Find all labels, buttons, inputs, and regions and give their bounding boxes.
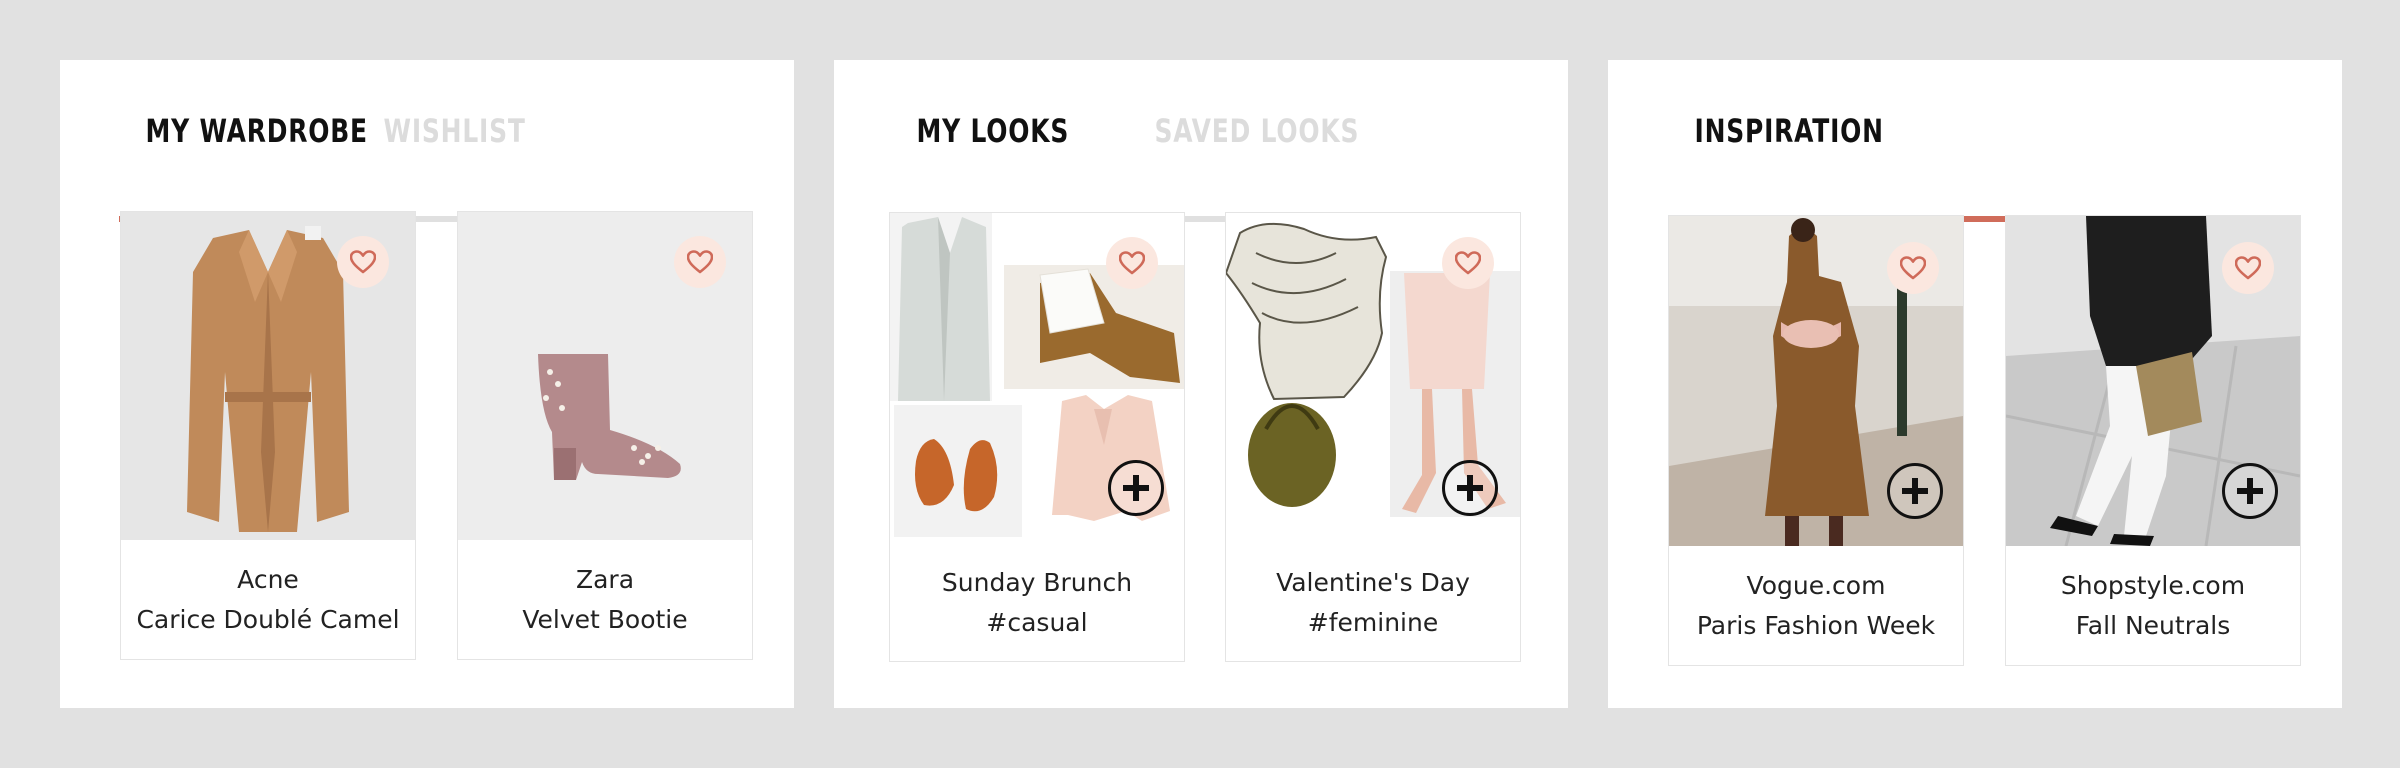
plus-icon — [1902, 478, 1928, 504]
favorite-button[interactable] — [1106, 237, 1158, 289]
tab-wishlist[interactable]: WISHLIST — [357, 104, 543, 162]
wardrobe-item-card[interactable]: Zara Velvet Bootie — [457, 211, 753, 660]
favorite-button[interactable] — [674, 236, 726, 288]
add-look-button[interactable] — [1108, 460, 1164, 516]
plus-icon — [1457, 475, 1483, 501]
inspiration-source: Vogue.com — [1746, 571, 1886, 600]
wardrobe-item-card[interactable]: Acne Carice Doublé Camel — [120, 211, 416, 660]
look-title: Sunday Brunch — [941, 568, 1133, 597]
wardrobe-panel: MY WARDROBE WISHLIST Acne Carice Doublé … — [60, 60, 794, 708]
card-item-name: Carice Doublé Camel — [136, 605, 400, 634]
favorite-button[interactable] — [1442, 237, 1494, 289]
card-item-name: Velvet Bootie — [522, 605, 688, 634]
heart-icon — [1119, 251, 1145, 275]
inspiration-title: Paris Fashion Week — [1696, 611, 1936, 640]
favorite-button[interactable] — [337, 236, 389, 288]
heart-icon — [350, 250, 376, 274]
card-brand: Acne — [237, 565, 299, 594]
plus-icon — [2237, 478, 2263, 504]
add-inspiration-button[interactable] — [1887, 463, 1943, 519]
favorite-button[interactable] — [1887, 242, 1939, 294]
heart-icon — [2235, 256, 2261, 280]
favorite-button[interactable] — [2222, 242, 2274, 294]
look-title: Valentine's Day — [1276, 568, 1470, 597]
inspiration-card[interactable]: Vogue.com Paris Fashion Week — [1668, 215, 1964, 666]
tab-inspiration[interactable]: INSPIRATION — [1668, 104, 1884, 162]
heart-icon — [1900, 256, 1926, 280]
card-brand: Zara — [575, 565, 635, 594]
add-inspiration-button[interactable] — [2222, 463, 2278, 519]
tab-saved-looks[interactable]: SAVED LOOKS — [1128, 104, 1359, 162]
tab-my-wardrobe[interactable]: MY WARDROBE — [119, 104, 368, 162]
inspiration-card[interactable]: Shopstyle.com Fall Neutrals — [2005, 215, 2301, 666]
plus-icon — [1123, 475, 1149, 501]
tab-my-looks[interactable]: MY LOOKS — [890, 104, 1076, 162]
look-tag: #feminine — [1307, 608, 1439, 637]
heart-icon — [1455, 251, 1481, 275]
heart-icon — [687, 250, 713, 274]
look-card[interactable]: Valentine's Day #feminine — [1225, 212, 1521, 662]
inspiration-title: Fall Neutrals — [2075, 611, 2231, 640]
look-tag: #casual — [986, 608, 1088, 637]
looks-panel: MY LOOKS SAVED LOOKS Sunday Brunch #casu… — [834, 60, 1568, 708]
inspiration-panel: INSPIRATION Vogue.com Paris Fashion Week… — [1608, 60, 2342, 708]
add-look-button[interactable] — [1442, 460, 1498, 516]
inspiration-source: Shopstyle.com — [2060, 571, 2246, 600]
look-card[interactable]: Sunday Brunch #casual — [889, 212, 1185, 662]
